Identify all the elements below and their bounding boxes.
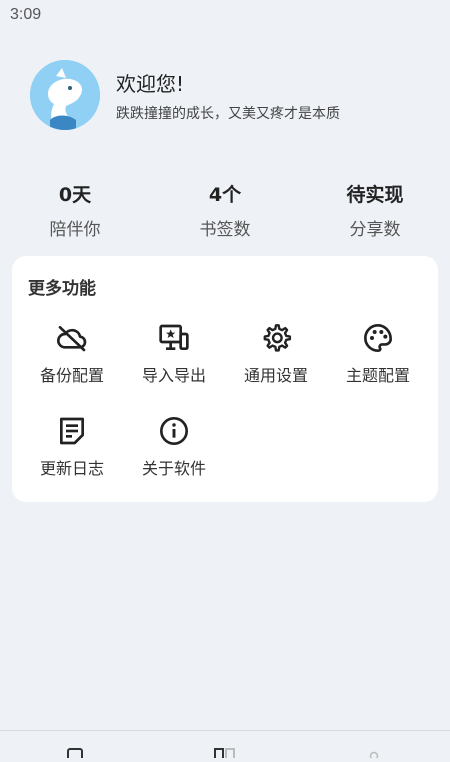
stat-value: 待实现 <box>346 184 404 206</box>
apps-icon[interactable] <box>214 743 236 762</box>
info-icon <box>158 415 190 447</box>
stat-shares[interactable]: 待实现 分享数 <box>300 180 450 240</box>
stat-label: 陪伴你 <box>49 220 101 240</box>
note-icon <box>56 415 88 447</box>
home-icon[interactable] <box>66 743 84 762</box>
backup-config-button[interactable]: 备份配置 <box>21 322 123 415</box>
import-export-icon <box>158 322 190 354</box>
gear-icon <box>260 322 292 354</box>
stats-row: 0天 陪伴你 4个 书签数 待实现 分享数 <box>0 180 450 240</box>
welcome-text: 欢迎您! <box>116 71 185 96</box>
profile-icon[interactable] <box>368 743 380 762</box>
about-software-button[interactable]: 关于软件 <box>123 415 225 508</box>
import-export-button[interactable]: 导入导出 <box>123 322 225 415</box>
item-label: 备份配置 <box>39 366 104 385</box>
general-settings-button[interactable]: 通用设置 <box>225 322 327 415</box>
changelog-button[interactable]: 更新日志 <box>21 415 123 508</box>
card-title: 更多功能 <box>28 279 96 299</box>
function-grid: 备份配置 导入导出 通用设置 主题配置 更新日志 关于软件 <box>21 322 429 508</box>
stat-label: 书签数 <box>199 220 251 240</box>
bottom-nav <box>0 730 450 761</box>
item-label: 关于软件 <box>141 459 206 478</box>
status-bar-time: 3:09 <box>10 6 42 23</box>
tagline-text: 跌跌撞撞的成长，又美又疼才是本质 <box>116 105 340 122</box>
dog-avatar-icon <box>30 60 100 130</box>
stat-value: 4个 <box>208 184 242 206</box>
profile-header: 欢迎您! 跌跌撞撞的成长，又美又疼才是本质 <box>30 60 340 130</box>
item-label: 导入导出 <box>141 366 206 385</box>
stat-bookmarks[interactable]: 4个 书签数 <box>150 180 300 240</box>
avatar[interactable] <box>30 60 100 130</box>
theme-config-button[interactable]: 主题配置 <box>327 322 429 415</box>
more-functions-card: 更多功能 备份配置 导入导出 通用设置 主题配置 更新日志 关于软件 <box>12 256 438 502</box>
item-label: 主题配置 <box>345 366 410 385</box>
stat-value: 0天 <box>58 184 92 206</box>
stat-label: 分享数 <box>349 220 401 240</box>
palette-icon <box>362 322 394 354</box>
item-label: 更新日志 <box>39 459 104 478</box>
item-label: 通用设置 <box>243 366 308 385</box>
stat-days[interactable]: 0天 陪伴你 <box>0 180 150 240</box>
cloud-off-icon <box>56 322 88 354</box>
